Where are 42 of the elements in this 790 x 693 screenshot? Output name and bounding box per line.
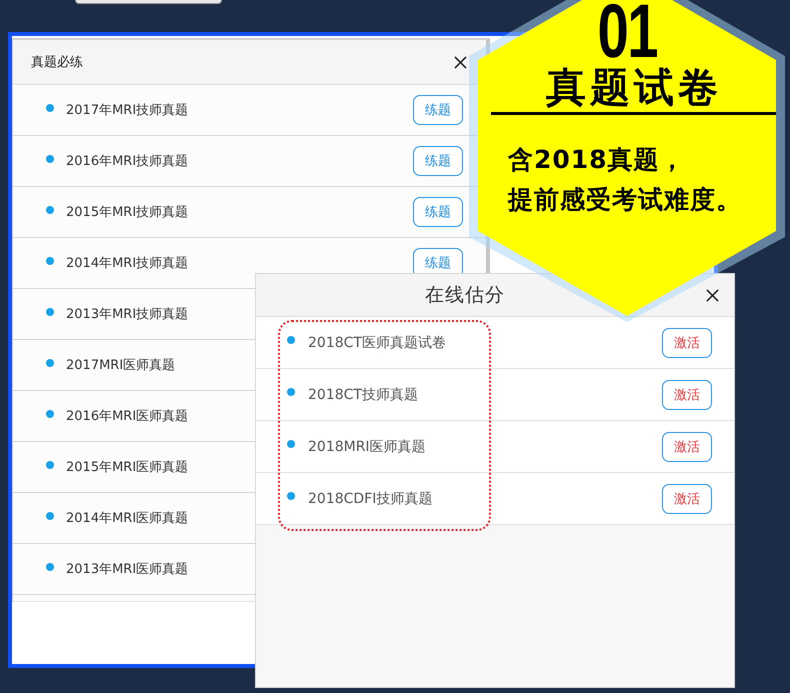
- list-item-label: 2013年MRI医师真题: [66, 561, 188, 578]
- badge-title: 真题试卷: [545, 66, 722, 110]
- bullet-dot-icon: [287, 388, 295, 396]
- practice-button[interactable]: 练题: [413, 95, 463, 125]
- activate-button[interactable]: 激活: [662, 432, 712, 462]
- bullet-dot-icon: [287, 440, 295, 448]
- activate-button[interactable]: 激活: [662, 380, 712, 410]
- activate-button[interactable]: 激活: [662, 328, 712, 358]
- bullet-dot-icon: [46, 206, 54, 214]
- badge-description: 含2018真题， 提前感受考试难度。: [508, 144, 742, 216]
- list-item-label: 2015年MRI医师真题: [66, 459, 188, 476]
- bullet-dot-icon: [287, 336, 295, 344]
- bullet-dot-icon: [46, 358, 54, 366]
- practice-button[interactable]: 练题: [413, 197, 463, 227]
- list-item-label: 2017MRI医师真题: [66, 357, 176, 374]
- bullet-dot-icon: [46, 460, 54, 468]
- list-item-label: 2013年MRI技师真题: [66, 306, 188, 323]
- bullet-dot-icon: [46, 308, 54, 316]
- badge-number: 01: [597, 2, 657, 62]
- bullet-dot-icon: [46, 512, 54, 520]
- close-icon[interactable]: [454, 56, 467, 68]
- bullet-dot-icon: [46, 104, 54, 112]
- activate-button[interactable]: 激活: [662, 484, 712, 514]
- bullet-dot-icon: [46, 154, 54, 162]
- bullet-dot-icon: [46, 256, 54, 264]
- list-item-label: 2015年MRI技师真题: [66, 204, 188, 221]
- list-item-label: 2018CT技师真题: [308, 386, 418, 404]
- list-item-label: 2016年MRI技师真题: [66, 153, 188, 170]
- list-item-label: 2016年MRI医师真题: [66, 408, 188, 425]
- practice-button[interactable]: 练题: [413, 146, 463, 176]
- list-item-label: 2014年MRI医师真题: [66, 510, 188, 527]
- list-item-label: 2018CT医师真题试卷: [308, 334, 446, 352]
- list-item-label: 2018CDFI技师真题: [308, 490, 432, 508]
- bullet-dot-icon: [46, 410, 54, 418]
- bullet-dot-icon: [287, 492, 295, 500]
- close-icon[interactable]: [706, 288, 719, 302]
- list-item-label: 2017年MRI技师真题: [66, 102, 188, 119]
- list-item-label: 2014年MRI技师真题: [66, 255, 188, 272]
- dialog-title: 真题必练: [31, 54, 83, 71]
- list-item-label: 2018MRI医师真题: [308, 438, 426, 456]
- dialog-title: 在线估分: [425, 283, 505, 308]
- bullet-dot-icon: [46, 562, 54, 570]
